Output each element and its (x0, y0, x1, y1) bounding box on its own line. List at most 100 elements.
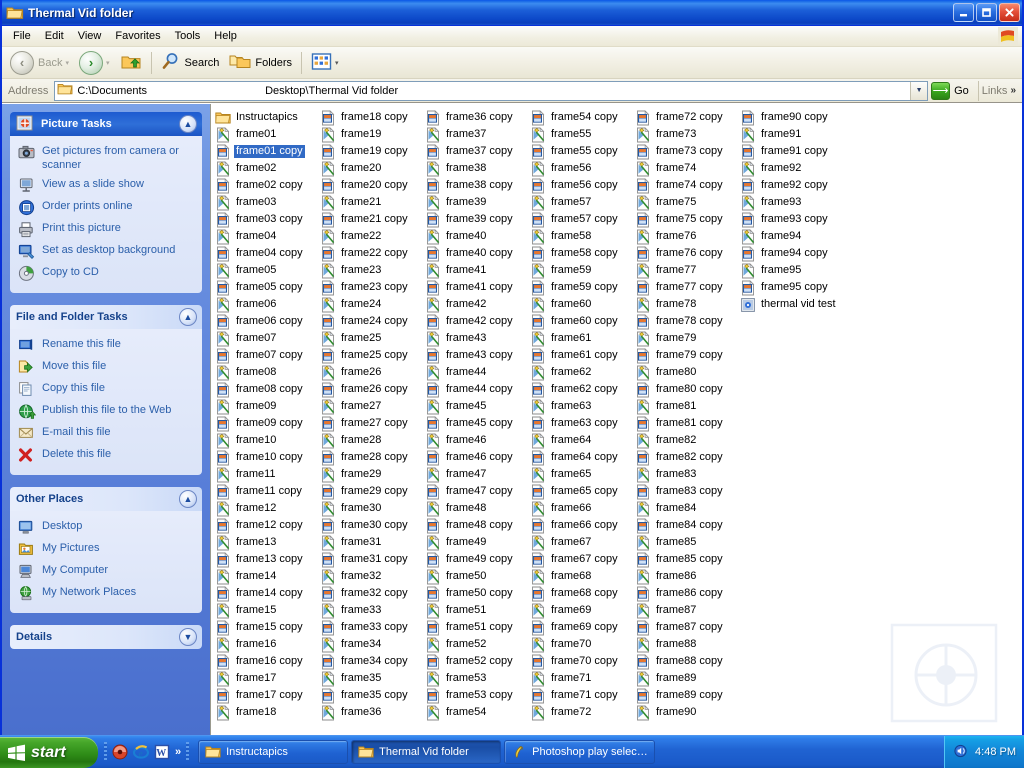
file-list-item[interactable]: frame84 copy (633, 517, 738, 534)
file-list-item[interactable]: frame47 copy (423, 483, 528, 500)
file-list-item[interactable]: frame40 copy (423, 245, 528, 262)
menu-item-edit[interactable]: Edit (38, 28, 71, 44)
file-list-item[interactable]: frame29 copy (318, 483, 423, 500)
file-list-item[interactable]: frame88 copy (633, 653, 738, 670)
task-link-get-pictures-from-camera-or-scanner[interactable]: Get pictures from camera or scanner (14, 142, 198, 175)
back-button[interactable]: ‹ Back ▾ (5, 50, 74, 76)
file-list-item[interactable]: frame32 (318, 568, 423, 585)
file-list-item[interactable]: frame56 (528, 160, 633, 177)
file-list-item[interactable]: frame39 (423, 194, 528, 211)
file-list-item[interactable]: frame95 (738, 262, 843, 279)
file-list-item[interactable]: frame03 (213, 194, 318, 211)
file-list-item[interactable]: frame59 (528, 262, 633, 279)
chevron-up-icon[interactable]: ▲ (179, 308, 197, 326)
task-link-copy-this-file[interactable]: Copy this file (14, 379, 198, 401)
file-list-item[interactable]: frame24 copy (318, 313, 423, 330)
task-link-delete-this-file[interactable]: Delete this file (14, 445, 198, 467)
file-list-item[interactable]: frame88 (633, 636, 738, 653)
file-list-item[interactable]: frame75 (633, 194, 738, 211)
go-button[interactable]: ⟶ Go (928, 81, 975, 100)
file-list-item[interactable]: frame57 copy (528, 211, 633, 228)
file-list-item[interactable]: frame77 copy (633, 279, 738, 296)
file-list-item[interactable]: Instructapics (213, 109, 318, 126)
file-list-item[interactable]: frame53 copy (423, 687, 528, 704)
file-list-item[interactable]: frame43 copy (423, 347, 528, 364)
file-list-item[interactable]: frame54 (423, 704, 528, 721)
start-button[interactable]: start (0, 737, 98, 768)
chevron-up-icon[interactable]: ▲ (179, 115, 197, 133)
menu-item-view[interactable]: View (71, 28, 109, 44)
task-link-order-prints-online[interactable]: Order prints online (14, 197, 198, 219)
file-list-item[interactable]: frame53 (423, 670, 528, 687)
file-list-item[interactable]: frame81 (633, 398, 738, 415)
file-list-item[interactable]: frame01 (213, 126, 318, 143)
task-panel-header[interactable]: Picture Tasks ▲ (10, 112, 202, 136)
task-link-publish-this-file-to-the-web[interactable]: Publish this file to the Web (14, 401, 198, 423)
file-list-item[interactable]: frame21 copy (318, 211, 423, 228)
file-list-item[interactable]: frame18 copy (318, 109, 423, 126)
word-icon[interactable]: W (154, 744, 170, 760)
file-list-item[interactable]: frame60 copy (528, 313, 633, 330)
file-list-item[interactable]: frame92 copy (738, 177, 843, 194)
file-list-item[interactable]: frame76 (633, 228, 738, 245)
file-list-item[interactable]: frame79 copy (633, 347, 738, 364)
file-list-item[interactable]: frame34 copy (318, 653, 423, 670)
file-list-item[interactable]: frame65 (528, 466, 633, 483)
file-list-item[interactable]: frame29 (318, 466, 423, 483)
file-list-item[interactable]: frame55 (528, 126, 633, 143)
file-list-item[interactable]: frame13 copy (213, 551, 318, 568)
file-list-item[interactable]: frame14 copy (213, 585, 318, 602)
task-link-e-mail-this-file[interactable]: E-mail this file (14, 423, 198, 445)
file-list-item[interactable]: frame20 copy (318, 177, 423, 194)
file-list-item[interactable]: frame37 copy (423, 143, 528, 160)
media-player-icon[interactable] (112, 744, 128, 760)
file-list-item[interactable]: frame43 (423, 330, 528, 347)
views-button[interactable]: ▾ (306, 50, 344, 76)
file-list-item[interactable]: frame78 (633, 296, 738, 313)
file-list-item[interactable]: frame38 copy (423, 177, 528, 194)
task-panel-header[interactable]: Details ▼ (10, 625, 202, 649)
task-link-set-as-desktop-background[interactable]: Set as desktop background (14, 241, 198, 263)
views-dropdown-icon[interactable]: ▾ (335, 59, 339, 67)
task-link-move-this-file[interactable]: Move this file (14, 357, 198, 379)
file-list-item[interactable]: frame45 (423, 398, 528, 415)
file-list-item[interactable]: frame12 copy (213, 517, 318, 534)
file-list-item[interactable]: frame82 (633, 432, 738, 449)
file-list-item[interactable]: frame58 copy (528, 245, 633, 262)
taskbar-button[interactable]: Thermal Vid folder (351, 740, 502, 764)
file-list-item[interactable]: frame44 (423, 364, 528, 381)
task-panel-header[interactable]: File and Folder Tasks ▲ (10, 305, 202, 329)
file-list-item[interactable]: frame35 copy (318, 687, 423, 704)
file-list-item[interactable]: frame04 (213, 228, 318, 245)
file-list-item[interactable]: frame89 (633, 670, 738, 687)
file-list-item[interactable]: frame78 copy (633, 313, 738, 330)
file-list-item[interactable]: frame63 (528, 398, 633, 415)
file-list-item[interactable]: frame22 copy (318, 245, 423, 262)
file-list-item[interactable]: frame68 (528, 568, 633, 585)
file-list-item[interactable]: frame79 (633, 330, 738, 347)
file-list-item[interactable]: frame09 copy (213, 415, 318, 432)
file-list-item[interactable]: frame76 copy (633, 245, 738, 262)
file-list-item[interactable]: frame26 (318, 364, 423, 381)
file-list-item[interactable]: frame51 copy (423, 619, 528, 636)
file-list-item[interactable]: frame49 copy (423, 551, 528, 568)
file-list-item[interactable]: frame39 copy (423, 211, 528, 228)
file-list-item[interactable]: frame24 (318, 296, 423, 313)
file-list-item[interactable]: frame82 copy (633, 449, 738, 466)
file-list-pane[interactable]: Instructapics frame01 frame01 copy frame02 f… (210, 104, 1022, 735)
file-list-item[interactable]: frame11 copy (213, 483, 318, 500)
file-list-item[interactable]: frame45 copy (423, 415, 528, 432)
file-list-item[interactable]: frame16 copy (213, 653, 318, 670)
file-list-item[interactable]: frame87 copy (633, 619, 738, 636)
file-list-item[interactable]: frame05 copy (213, 279, 318, 296)
file-list-item[interactable]: frame41 (423, 262, 528, 279)
file-list-item[interactable]: frame58 (528, 228, 633, 245)
file-list-item[interactable]: frame93 copy (738, 211, 843, 228)
file-list-item[interactable]: thermal vid test (738, 296, 843, 313)
file-list-item[interactable]: frame34 (318, 636, 423, 653)
task-link-my-pictures[interactable]: My Pictures (14, 539, 198, 561)
file-list-item[interactable]: frame02 copy (213, 177, 318, 194)
file-list-item[interactable]: frame17 (213, 670, 318, 687)
file-list-item[interactable]: frame02 (213, 160, 318, 177)
file-list-item[interactable]: frame28 (318, 432, 423, 449)
